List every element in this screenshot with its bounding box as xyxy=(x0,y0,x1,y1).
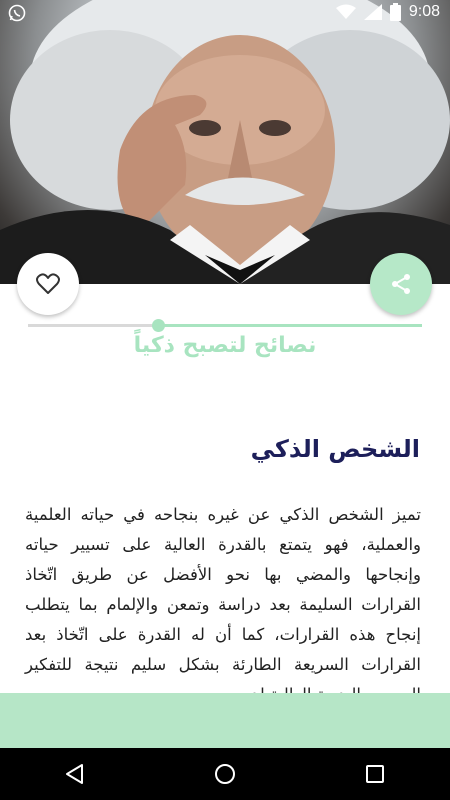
recents-icon xyxy=(366,765,384,783)
page-subtitle: نصائح لتصبح ذكياً xyxy=(133,333,317,358)
reading-progress-bar xyxy=(28,319,422,332)
share-button[interactable] xyxy=(370,253,432,315)
article-body: تميز الشخص الذكي عن غيره بنجاحه في حياته… xyxy=(25,505,421,704)
system-navigation-bar xyxy=(0,748,450,800)
hero-image xyxy=(0,0,450,284)
article-heading: الشخص الذكي xyxy=(250,435,420,463)
favorite-button[interactable] xyxy=(17,253,79,315)
wifi-icon xyxy=(335,4,356,19)
status-time: 9:08 xyxy=(408,3,440,20)
back-icon xyxy=(66,764,83,784)
whatsapp-icon xyxy=(8,4,26,22)
status-bar: 9:08 xyxy=(0,0,450,26)
battery-icon xyxy=(389,3,401,21)
home-button[interactable] xyxy=(195,748,255,800)
signal-icon xyxy=(363,4,382,20)
share-icon xyxy=(392,274,410,294)
bottom-panel xyxy=(0,693,450,748)
progress-knob[interactable] xyxy=(152,319,165,332)
einstein-portrait-illustration xyxy=(0,0,450,284)
heart-outline-icon xyxy=(36,273,60,294)
back-button[interactable] xyxy=(45,748,105,800)
recents-button[interactable] xyxy=(345,748,405,800)
home-icon xyxy=(215,764,235,784)
progress-fill xyxy=(158,324,422,327)
